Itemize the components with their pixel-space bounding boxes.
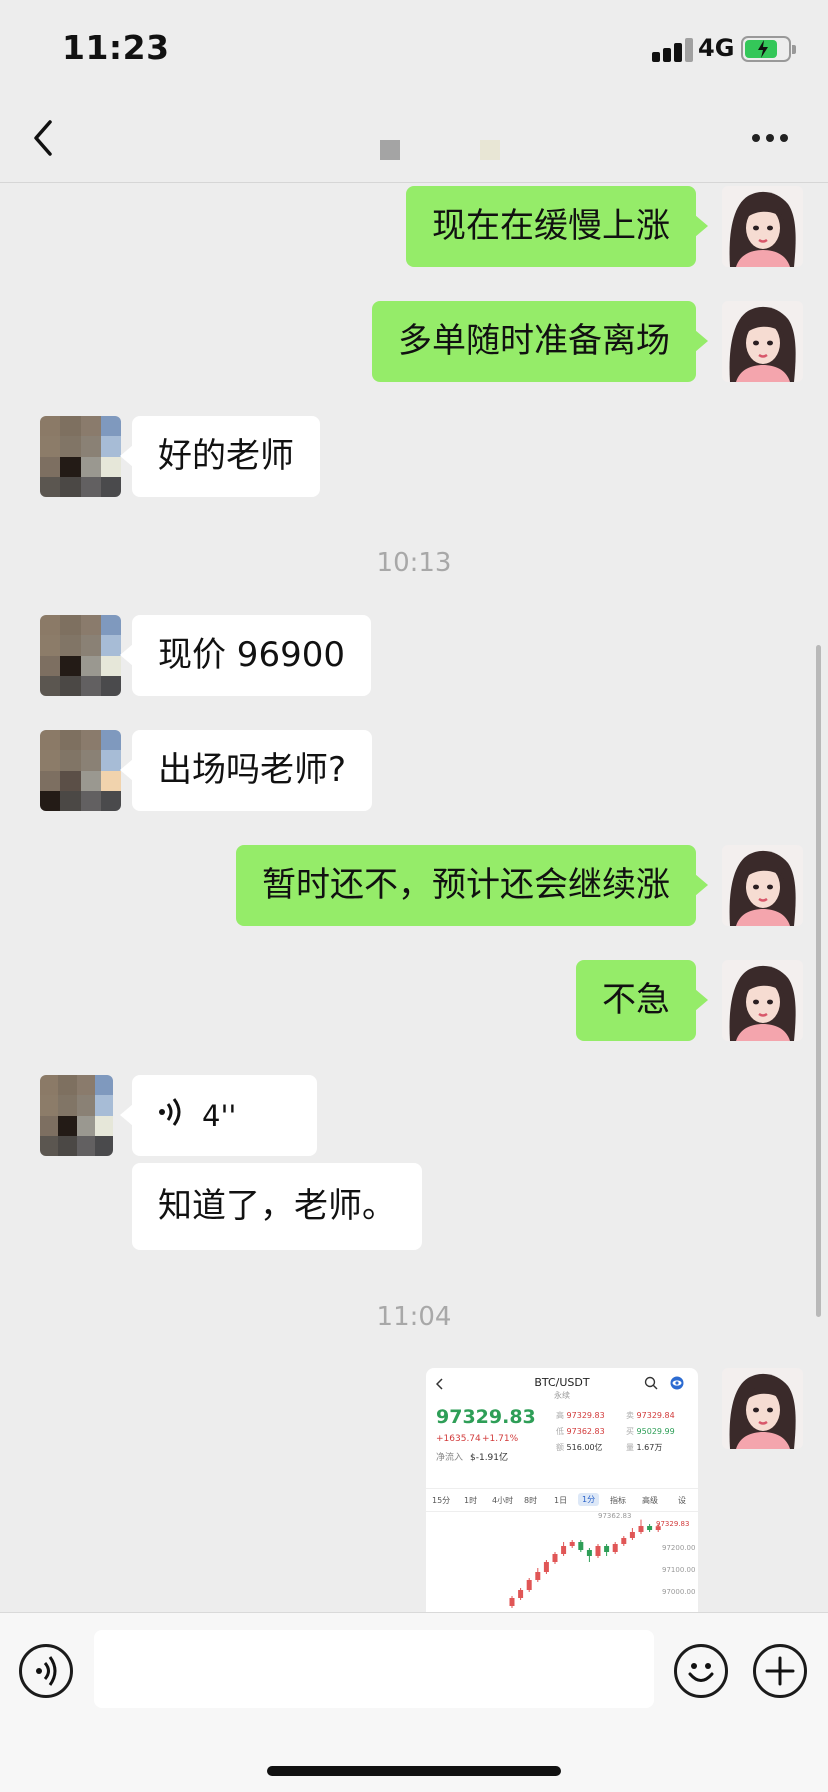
message-bubble[interactable]: 多单随时准备离场 — [372, 301, 708, 382]
change-abs: +1635.74 — [436, 1434, 481, 1444]
axis-label: 97362.83 — [598, 1512, 632, 1520]
more-ellipsis-icon[interactable] — [750, 134, 790, 146]
candle-body — [578, 1542, 584, 1550]
axis-label: 97100.00 — [662, 1566, 696, 1574]
candle-body — [552, 1554, 558, 1562]
message-bubble[interactable]: 现价 96900 — [120, 615, 371, 696]
voice-wave-icon — [158, 1076, 184, 1157]
interval-tab: 指标 — [610, 1496, 626, 1505]
interval-tab: 1时 — [464, 1496, 478, 1505]
candle-body — [647, 1526, 653, 1530]
interval-tab-active: 1分 — [578, 1493, 600, 1506]
stat-item: 高 97329.83 — [556, 1411, 605, 1420]
my-avatar[interactable] — [722, 1368, 803, 1449]
candle-body — [526, 1580, 532, 1590]
message-bubble[interactable]: 不急 — [576, 960, 708, 1041]
contact-avatar[interactable] — [40, 615, 121, 696]
voice-message-bubble[interactable]: 4'' — [120, 1075, 317, 1157]
message-bubble[interactable]: 现在在缓慢上涨 — [406, 186, 708, 267]
candle-body — [586, 1550, 592, 1556]
stat-item: 额 516.00亿 — [556, 1443, 603, 1452]
interval-tab: 1日 — [554, 1496, 568, 1505]
contact-name-redacted — [380, 140, 400, 160]
interval-tabs: 15分 1时 4小时 8时 1日 1分 指标 高级 设 — [426, 1488, 698, 1512]
my-avatar[interactable] — [722, 186, 803, 267]
contract-type: 永续 — [554, 1391, 570, 1400]
plus-icon[interactable] — [753, 1644, 807, 1698]
message-bubble[interactable]: 知道了，老师。 — [132, 1163, 422, 1250]
timestamp: 10:13 — [376, 548, 452, 578]
message-bubble[interactable]: 暂时还不，预计还会继续涨 — [236, 845, 708, 926]
my-avatar[interactable] — [722, 960, 803, 1041]
axis-label: 97200.00 — [662, 1544, 696, 1552]
my-avatar[interactable] — [722, 301, 803, 382]
message-input[interactable] — [94, 1630, 654, 1708]
message-list[interactable]: 现在在缓慢上涨 多单随时准备离场 好的老师 10:13 现价 96900 出场吗… — [0, 0, 828, 1612]
inflow-value: $-1.91亿 — [470, 1453, 509, 1463]
status-time: 11:23 — [62, 28, 170, 67]
last-price: 97329.83 — [436, 1406, 536, 1428]
stat-item: 卖 97329.84 — [626, 1411, 675, 1420]
candle-body — [509, 1598, 515, 1606]
scrollbar[interactable] — [816, 645, 821, 1317]
network-type: 4G — [698, 34, 735, 62]
timestamp: 11:04 — [376, 1302, 452, 1332]
candle-body — [604, 1546, 610, 1552]
candle-body — [612, 1544, 618, 1552]
emoji-icon[interactable] — [674, 1644, 728, 1698]
candle-body — [561, 1546, 567, 1554]
signal-icon — [652, 36, 704, 62]
interval-tab: 15分 — [432, 1496, 451, 1505]
contact-avatar[interactable] — [40, 1075, 113, 1156]
candle-body — [535, 1572, 541, 1580]
home-indicator — [267, 1766, 561, 1776]
back-chevron-icon[interactable] — [30, 118, 60, 158]
battery-icon — [741, 36, 796, 62]
candle-body — [629, 1532, 635, 1538]
voice-duration: 4'' — [202, 1099, 237, 1133]
chat-header: 11:23 4G — [0, 0, 828, 183]
change-pct: +1.71% — [482, 1434, 519, 1444]
stat-item: 低 97362.83 — [556, 1427, 605, 1436]
axis-label: 97000.00 — [662, 1588, 696, 1596]
candle-body — [621, 1538, 627, 1544]
candle-body — [595, 1546, 601, 1556]
my-avatar[interactable] — [722, 845, 803, 926]
contact-avatar[interactable] — [40, 416, 121, 497]
inflow-label: 净流入 — [436, 1453, 464, 1463]
contact-name-redacted — [480, 140, 500, 160]
message-bubble[interactable]: 好的老师 — [120, 416, 320, 497]
candle-body — [518, 1590, 524, 1598]
interval-tab: 4小时 — [492, 1496, 514, 1505]
candle-body — [638, 1526, 644, 1532]
interval-tab: 8时 — [524, 1496, 538, 1505]
candle-body — [569, 1542, 575, 1546]
interval-tab: 设 — [678, 1496, 686, 1505]
image-message-screenshot[interactable]: BTC/USDT 永续 97329.83 +1635.74 +1.71% 净流入… — [426, 1368, 698, 1612]
voice-input-icon[interactable] — [19, 1644, 73, 1698]
contact-avatar[interactable] — [40, 730, 121, 811]
axis-label: 97329.83 — [656, 1520, 690, 1528]
message-bubble[interactable]: 出场吗老师? — [119, 730, 373, 811]
stat-item: 买 95029.99 — [626, 1427, 675, 1436]
stat-item: 量 1.67万 — [626, 1443, 663, 1452]
interval-tab: 高级 — [642, 1496, 658, 1505]
trading-pair: BTC/USDT — [534, 1376, 590, 1389]
candle-body — [543, 1562, 549, 1572]
